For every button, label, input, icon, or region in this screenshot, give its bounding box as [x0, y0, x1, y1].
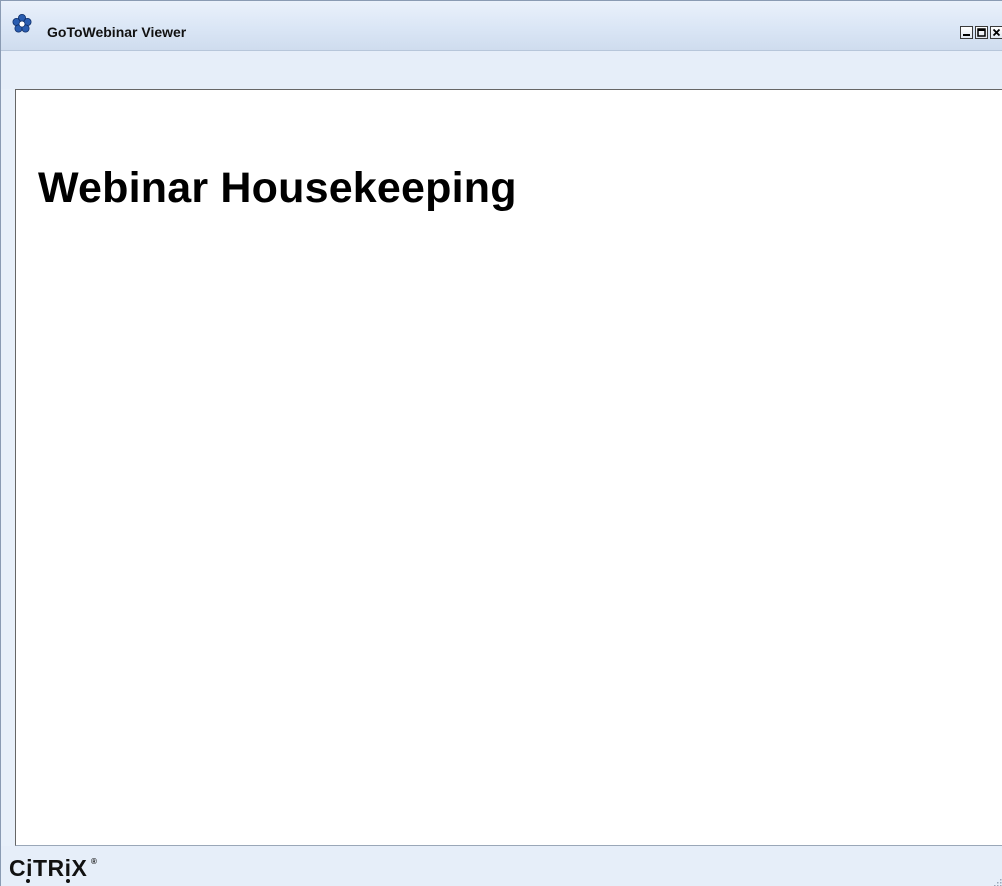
- title-bar[interactable]: GoToWebinar Viewer: [1, 1, 1002, 51]
- gotowebinar-flower-icon: [11, 13, 33, 35]
- presentation-slide: Webinar Housekeeping: [15, 89, 1002, 846]
- slide-title: Webinar Housekeeping: [38, 164, 517, 212]
- viewer-toolbar: [1, 51, 1002, 89]
- svg-text:®: ®: [91, 857, 97, 866]
- citrix-logo: CiTRiX ®: [9, 854, 119, 886]
- svg-text:CiTRiX: CiTRiX: [9, 855, 88, 881]
- gotowebinar-viewer-window: GoToWebinar Viewer Webinar Housekeeping …: [0, 0, 1002, 886]
- status-bar: CiTRiX ®: [1, 846, 1002, 886]
- minimize-icon[interactable]: [960, 26, 973, 39]
- maximize-icon[interactable]: [975, 26, 988, 39]
- resize-grip-icon[interactable]: [991, 875, 1002, 886]
- close-icon[interactable]: [990, 26, 1002, 39]
- window-controls: [960, 26, 1002, 39]
- window-title: GoToWebinar Viewer: [47, 24, 187, 40]
